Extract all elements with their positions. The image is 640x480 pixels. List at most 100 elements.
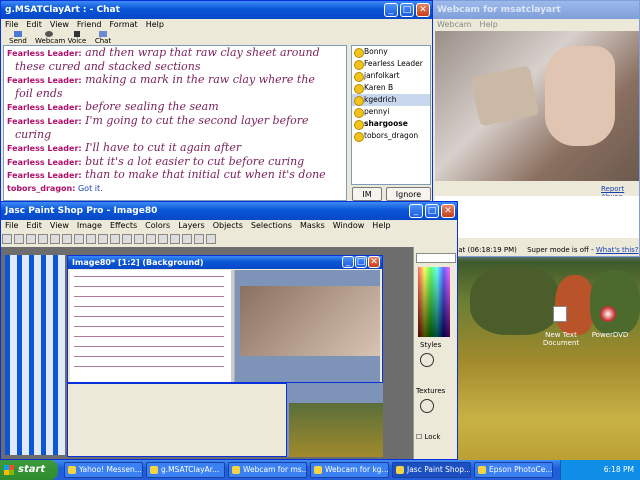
zoom-icon[interactable] bbox=[134, 234, 144, 244]
color-spectrum[interactable] bbox=[418, 267, 450, 337]
palette-icon[interactable] bbox=[182, 234, 192, 244]
maximize-button[interactable]: □ bbox=[355, 256, 367, 268]
redo-icon[interactable] bbox=[50, 234, 60, 244]
chat-message: curing bbox=[7, 128, 343, 143]
tree-decoration bbox=[555, 275, 595, 335]
menu-help[interactable]: Help bbox=[142, 20, 168, 29]
system-tray: 6:18 PM bbox=[560, 460, 640, 480]
undo-icon[interactable] bbox=[38, 234, 48, 244]
chat-message: Fearless Leader: I'm going to cut the se… bbox=[7, 114, 343, 129]
menu-item[interactable]: File bbox=[1, 221, 22, 230]
participant-item[interactable]: tobors_dragon bbox=[352, 130, 430, 142]
ignore-user-button[interactable]: Ignore User bbox=[386, 187, 431, 201]
taskbar-button[interactable]: g.MSATClayAr... bbox=[146, 462, 225, 478]
menu-view[interactable]: View bbox=[46, 20, 73, 29]
paste-icon[interactable] bbox=[86, 234, 96, 244]
text-document-icon[interactable] bbox=[553, 306, 567, 322]
menu-item[interactable]: Objects bbox=[209, 221, 247, 230]
close-button[interactable]: ✕ bbox=[416, 3, 430, 17]
participant-item[interactable]: Bonny bbox=[352, 46, 430, 58]
powerdvd-icon[interactable] bbox=[600, 306, 616, 322]
stacked-image-windows[interactable] bbox=[5, 255, 65, 455]
participant-item[interactable]: kgedrich bbox=[352, 94, 430, 106]
menu-item[interactable]: Layers bbox=[174, 221, 208, 230]
menu-item[interactable]: Colors bbox=[141, 221, 174, 230]
chat-message: Fearless Leader: making a mark in the ra… bbox=[7, 73, 343, 88]
close-button[interactable]: ✕ bbox=[368, 256, 380, 268]
menu-item[interactable]: View bbox=[46, 221, 73, 230]
nested-psp-thumbnail bbox=[67, 383, 287, 457]
new-icon[interactable] bbox=[2, 234, 12, 244]
taskbar-button[interactable]: Webcam for ms... bbox=[228, 462, 307, 478]
close-button[interactable]: ✕ bbox=[441, 204, 455, 218]
clock[interactable]: 6:18 PM bbox=[604, 465, 634, 474]
taskbar-button[interactable]: Webcam for kg... bbox=[310, 462, 389, 478]
menu-format[interactable]: Format bbox=[105, 20, 141, 29]
lock-checkbox[interactable]: ☐ Lock bbox=[416, 433, 440, 441]
maximize-button[interactable]: □ bbox=[425, 204, 439, 218]
minimize-button[interactable]: _ bbox=[342, 256, 354, 268]
minimize-button[interactable]: _ bbox=[384, 3, 398, 17]
desktop-icon-label[interactable]: New Text Document bbox=[535, 331, 587, 347]
participant-list[interactable]: Bonny Fearless Leader janfolkart Karen Bkge… bbox=[351, 45, 431, 185]
cut-icon[interactable] bbox=[62, 234, 72, 244]
menu-file[interactable]: File bbox=[1, 20, 22, 29]
styles-swatch-icon[interactable] bbox=[420, 353, 434, 367]
taskbar-button[interactable]: Yahoo! Messen... bbox=[64, 462, 143, 478]
textures-label: Textures bbox=[416, 387, 446, 395]
chat-message: Fearless Leader: before sealing the seam bbox=[7, 101, 343, 115]
psp-menu: File Edit View Image Effects Colors Layers Obje… bbox=[1, 220, 457, 232]
layers-icon[interactable] bbox=[170, 234, 180, 244]
chat-button[interactable]: Chat bbox=[91, 31, 115, 45]
textures-swatch-icon[interactable] bbox=[420, 399, 434, 413]
psp-window: Jasc Paint Shop Pro - Image80 _ □ ✕ File… bbox=[0, 201, 458, 460]
im-button[interactable]: IM bbox=[352, 187, 382, 201]
print-icon[interactable] bbox=[110, 234, 120, 244]
chat-sender: Fearless Leader: bbox=[7, 144, 82, 154]
menu-item[interactable]: Help bbox=[476, 20, 502, 29]
chat-text: Got it. bbox=[77, 183, 103, 193]
taskbar-button[interactable]: Epson PhotoCe... bbox=[474, 462, 553, 478]
maximize-button[interactable]: □ bbox=[400, 3, 414, 17]
tree-decoration bbox=[590, 270, 640, 335]
participant-item[interactable]: pennyi bbox=[352, 106, 430, 118]
grid-icon[interactable] bbox=[194, 234, 204, 244]
menu-item[interactable]: Image bbox=[73, 221, 106, 230]
chat-toolbar: Send File Webcam Voice Chat bbox=[1, 31, 121, 53]
screen-icon[interactable] bbox=[122, 234, 132, 244]
chat-text: making a mark in the raw clay where the bbox=[85, 73, 315, 87]
menu-item[interactable]: Window bbox=[329, 221, 369, 230]
participant-item[interactable]: Karen B bbox=[352, 82, 430, 94]
participant-item[interactable]: Fearless Leader bbox=[352, 58, 430, 70]
image-canvas[interactable] bbox=[70, 270, 380, 382]
copy-icon[interactable] bbox=[74, 234, 84, 244]
webcam-button[interactable]: Webcam bbox=[35, 31, 65, 45]
whats-this-link[interactable]: What's this? bbox=[596, 246, 639, 254]
delete-icon[interactable] bbox=[98, 234, 108, 244]
taskbar-button[interactable]: Jasc Paint Shop... bbox=[392, 462, 471, 478]
minimize-button[interactable]: _ bbox=[409, 204, 423, 218]
start-button[interactable]: start bbox=[0, 460, 58, 480]
menu-friend[interactable]: Friend bbox=[73, 20, 106, 29]
save-icon[interactable] bbox=[26, 234, 36, 244]
chat-message: foil ends bbox=[7, 87, 343, 102]
menu-item[interactable]: Edit bbox=[22, 221, 46, 230]
menu-item[interactable]: Help bbox=[368, 221, 394, 230]
menu-item[interactable]: Masks bbox=[296, 221, 329, 230]
menu-item[interactable]: Webcam bbox=[433, 20, 476, 29]
psp-workspace: Image80* [1:2] (Background) _ □ ✕ bbox=[1, 247, 413, 459]
open-icon[interactable] bbox=[14, 234, 24, 244]
participant-item[interactable]: janfolkart bbox=[352, 70, 430, 82]
chat-sender: Fearless Leader: bbox=[7, 49, 82, 58]
menu-edit[interactable]: Edit bbox=[22, 20, 46, 29]
menu-item[interactable]: Effects bbox=[106, 221, 141, 230]
menu-item[interactable]: Selections bbox=[247, 221, 296, 230]
participant-item[interactable]: shargoose bbox=[352, 118, 430, 130]
crop-icon[interactable] bbox=[146, 234, 156, 244]
voice-button[interactable]: Voice bbox=[65, 31, 89, 45]
help-icon[interactable] bbox=[206, 234, 216, 244]
chat-message: tobors_dragon: Got it. bbox=[7, 183, 343, 196]
materials-palette: Styles Textures ☐ Lock bbox=[413, 247, 457, 459]
desktop-icon-label[interactable]: PowerDVD bbox=[590, 331, 630, 339]
histogram-icon[interactable] bbox=[158, 234, 168, 244]
